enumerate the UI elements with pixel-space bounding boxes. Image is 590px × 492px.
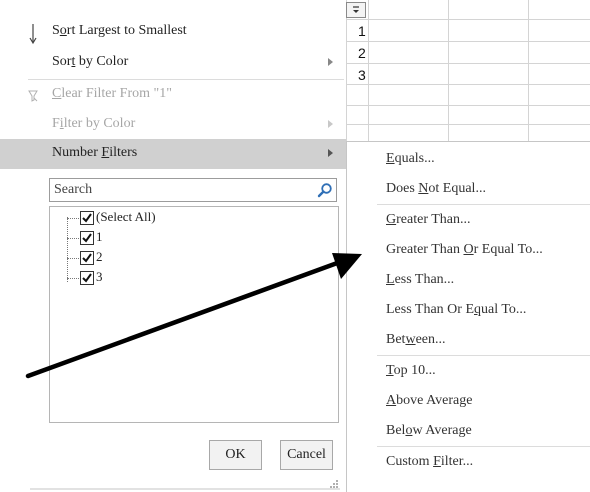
submenu-item-top-10[interactable]: Top 10... (347, 356, 590, 386)
tree-connector (67, 217, 68, 282)
cell-value[interactable]: 2 (358, 45, 366, 61)
submenu-item-greater-than[interactable]: Greater Than... (347, 205, 590, 235)
filter-value-list: (Select All) 1 2 3 (49, 206, 339, 423)
checkmark-icon (82, 233, 92, 243)
resize-grip-icon[interactable] (326, 478, 340, 490)
checkmark-icon (82, 273, 92, 283)
checkbox[interactable] (80, 251, 94, 265)
checkbox-label: 2 (96, 249, 103, 264)
submenu-arrow-icon (328, 149, 333, 157)
submenu-arrow-icon (328, 58, 333, 66)
search-box[interactable] (49, 178, 337, 202)
checkbox-label: (Select All) (96, 209, 156, 224)
submenu-item-label: Custom Filter... (386, 454, 474, 469)
search-input[interactable] (50, 179, 304, 201)
checkbox-label: 1 (96, 229, 103, 244)
menu-item-label: Filter by Color (52, 116, 136, 131)
search-icon[interactable] (317, 182, 333, 198)
submenu-item-equals[interactable]: Equals... (347, 144, 590, 174)
checkbox[interactable] (80, 271, 94, 285)
menu-item-number-filters[interactable]: Number Filters (0, 139, 346, 169)
submenu-item-label: Greater Than... (386, 212, 471, 227)
submenu-item-does-not-equal[interactable]: Does Not Equal... (347, 174, 590, 204)
submenu-item-above-average[interactable]: Above Average (347, 386, 590, 416)
submenu-item-label: Between... (386, 332, 446, 347)
menu-item-sort-by-color[interactable]: Sort by Color (0, 48, 346, 78)
submenu-item-less-than[interactable]: Less Than... (347, 265, 590, 295)
autofilter-dropdown-panel: Sort Largest to Smallest Sort by Color C… (0, 0, 347, 492)
submenu-item-greater-than-or-equal[interactable]: Greater Than Or Equal To... (347, 235, 590, 265)
submenu-item-between[interactable]: Between... (347, 325, 590, 355)
filter-dropdown-icon (353, 6, 359, 13)
menu-item-label: Sort by Color (52, 54, 129, 69)
submenu-item-label: Below Average (386, 423, 472, 438)
ok-button[interactable]: OK (209, 440, 262, 470)
checkmark-icon (82, 253, 92, 263)
submenu-item-label: Does Not Equal... (386, 181, 486, 196)
cancel-button[interactable]: Cancel (280, 440, 333, 470)
panel-bottom-edge (30, 488, 340, 490)
worksheet-grid: 1 2 3 (346, 0, 590, 142)
submenu-item-label: Greater Than Or Equal To... (386, 242, 543, 257)
checkmark-icon (82, 213, 92, 223)
submenu-item-label: Equals... (386, 151, 435, 166)
menu-item-clear-filter: Clear Filter From "1" (0, 80, 346, 110)
filter-dropdown-button[interactable] (346, 2, 366, 18)
submenu-item-label: Less Than Or Equal To... (386, 302, 527, 317)
submenu-item-label: Above Average (386, 393, 473, 408)
cell-value[interactable]: 1 (358, 23, 366, 39)
menu-item-label: Clear Filter From "1" (52, 86, 172, 101)
menu-item-label: Number Filters (52, 145, 138, 160)
checkbox[interactable] (80, 231, 94, 245)
submenu-arrow-icon (328, 120, 333, 128)
submenu-item-label: Top 10... (386, 363, 436, 378)
cell-value[interactable]: 3 (358, 67, 366, 83)
menu-item-sort-largest-to-smallest[interactable]: Sort Largest to Smallest (0, 17, 346, 47)
submenu-item-less-than-or-equal[interactable]: Less Than Or Equal To... (347, 295, 590, 325)
checkbox-label: 3 (96, 269, 103, 284)
submenu-item-below-average[interactable]: Below Average (347, 416, 590, 446)
checkbox[interactable] (80, 211, 94, 225)
submenu-item-label: Less Than... (386, 272, 455, 287)
submenu-item-custom-filter[interactable]: Custom Filter... (347, 447, 590, 477)
menu-item-filter-by-color: Filter by Color (0, 110, 346, 140)
number-filters-submenu: Equals... Does Not Equal... Greater Than… (346, 141, 590, 482)
menu-item-label: Sort Largest to Smallest (52, 23, 187, 38)
